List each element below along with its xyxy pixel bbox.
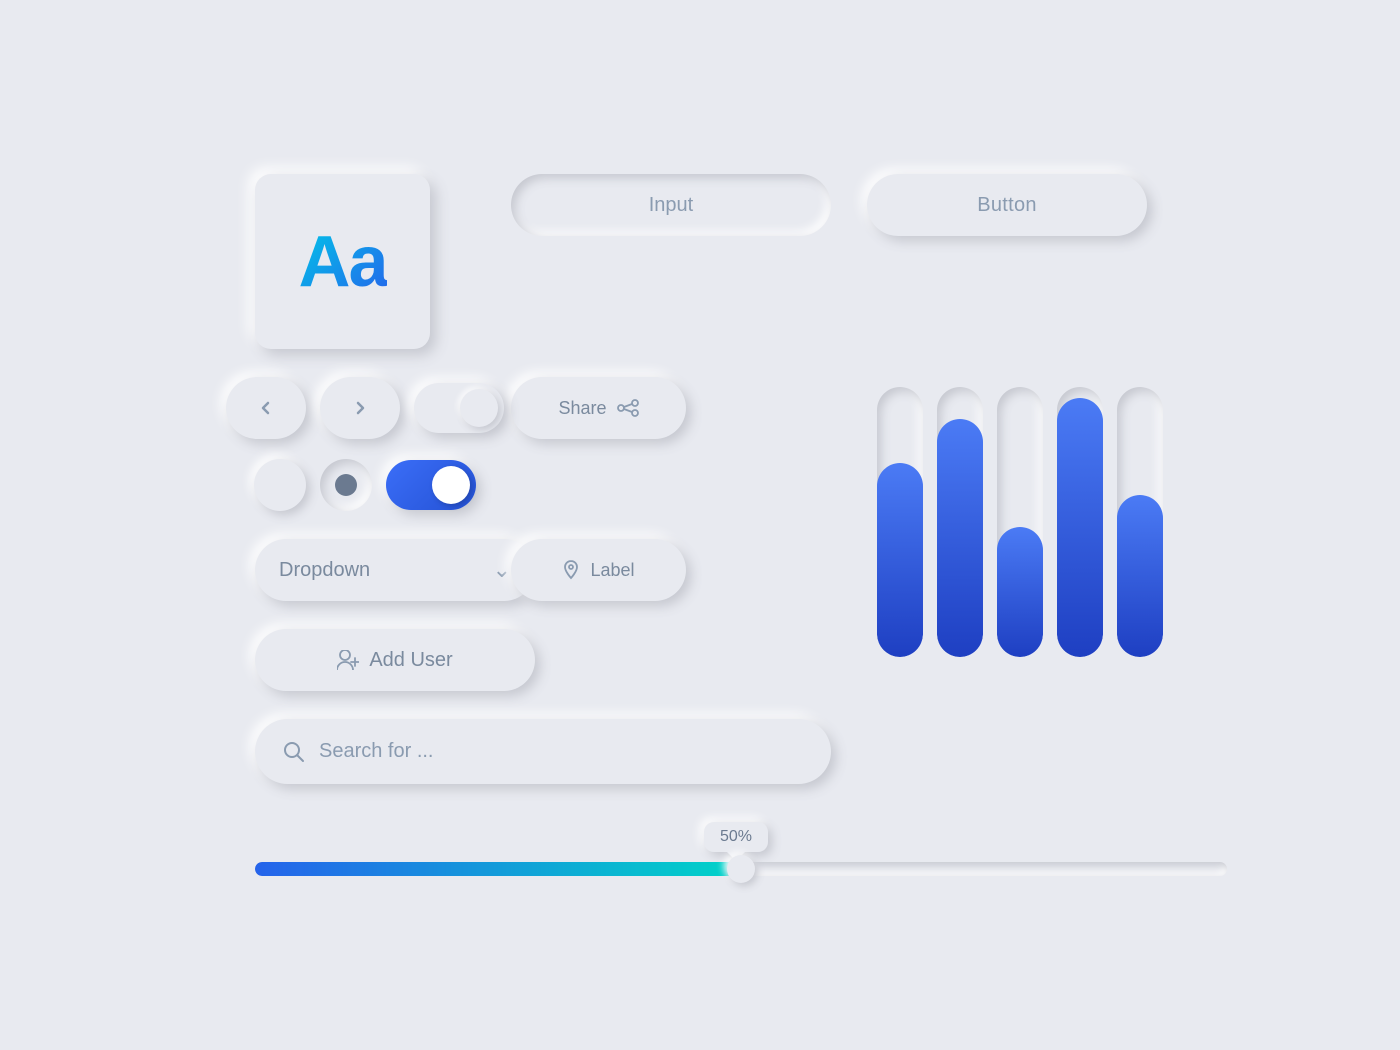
input-field[interactable]: Input	[511, 174, 831, 236]
slider-track-container	[255, 862, 1227, 876]
add-user-icon	[337, 650, 359, 670]
bar-4	[1057, 387, 1103, 657]
bar-fill-1	[877, 463, 923, 657]
main-button[interactable]: Button	[867, 174, 1147, 236]
slider-fill	[255, 862, 741, 876]
search-icon	[283, 741, 305, 763]
location-icon	[562, 560, 580, 580]
bar-fill-5	[1117, 495, 1163, 657]
dropdown-label: Dropdown	[279, 559, 370, 582]
label-text: Label	[590, 560, 634, 581]
toggle-knob-on	[432, 466, 470, 504]
tooltip-wrap: 50%	[255, 822, 1227, 852]
dropdown-button[interactable]: Dropdown ⌄	[255, 539, 535, 601]
share-label: Share	[558, 398, 606, 419]
input-label: Input	[649, 194, 693, 217]
add-user-button[interactable]: Add User	[255, 629, 535, 691]
controls-col	[255, 377, 475, 511]
label-button[interactable]: Label	[511, 539, 686, 601]
ui-grid: Aa Button	[255, 174, 1145, 876]
toggle-knob-off	[460, 389, 498, 427]
slider-tooltip: 50%	[704, 822, 768, 852]
typography-label: Aa	[298, 221, 386, 303]
bar-2	[937, 387, 983, 657]
nav-toggle-row1	[226, 377, 504, 439]
toggle-off[interactable]	[414, 383, 504, 433]
typography-card: Aa	[255, 174, 430, 349]
share-button[interactable]: Share	[511, 377, 686, 439]
slider-section: 50%	[255, 822, 1227, 876]
bar-3	[997, 387, 1043, 657]
bar-fill-4	[1057, 398, 1103, 657]
main-container: Aa Button	[175, 114, 1225, 936]
share-icon	[617, 399, 639, 417]
search-bar[interactable]: Search for ...	[255, 719, 831, 784]
next-button[interactable]	[320, 377, 400, 439]
bar-fill-3	[997, 527, 1043, 657]
toggle-on[interactable]	[386, 460, 476, 510]
bar-chart	[867, 377, 1227, 657]
add-user-label: Add User	[369, 649, 452, 672]
radio-inner-dot	[335, 474, 357, 496]
radio-selected[interactable]	[320, 459, 372, 511]
radio-unselected[interactable]	[254, 459, 306, 511]
bar-5	[1117, 387, 1163, 657]
slider-thumb[interactable]	[727, 855, 755, 883]
radio-toggle-row2	[254, 459, 476, 511]
prev-button[interactable]	[226, 377, 306, 439]
search-placeholder: Search for ...	[319, 740, 434, 763]
chevron-down-icon: ⌄	[493, 557, 511, 583]
bar-fill-2	[937, 419, 983, 657]
bar-1	[877, 387, 923, 657]
